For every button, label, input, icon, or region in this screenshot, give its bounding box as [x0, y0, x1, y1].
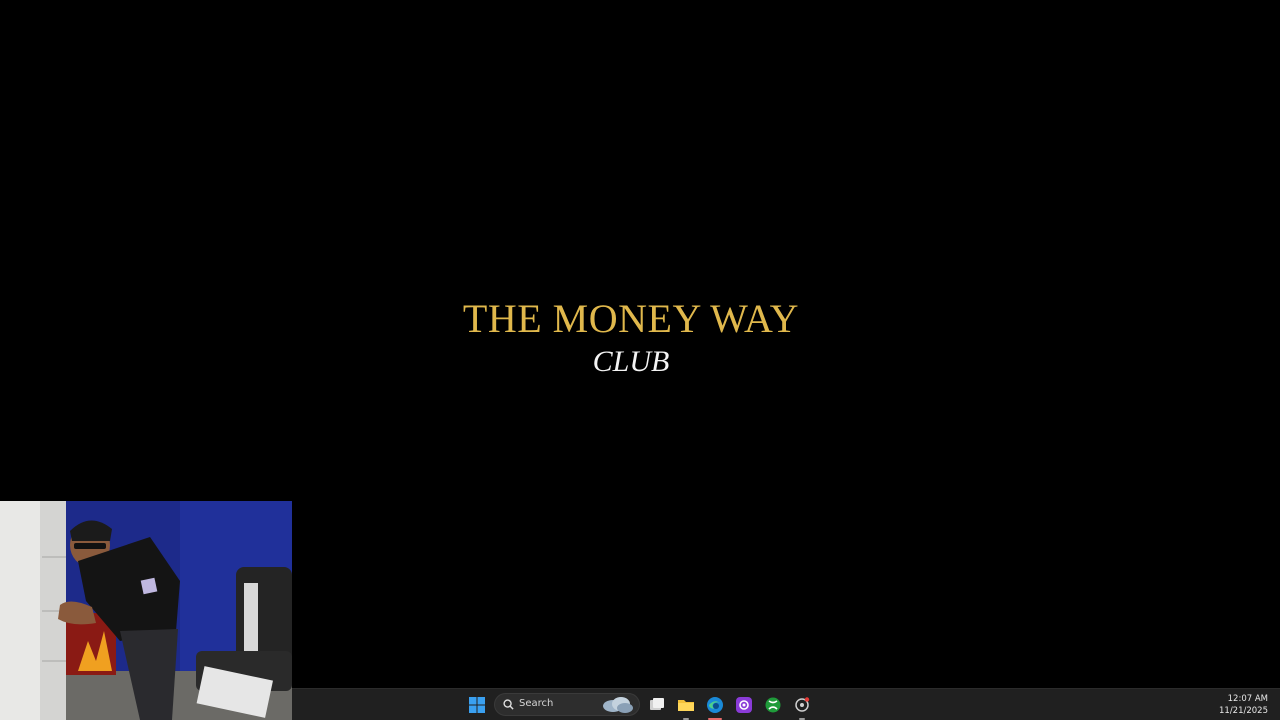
xbox-icon [765, 697, 781, 713]
photo-app-icon [736, 697, 752, 713]
clock-date: 11/21/2025 [1219, 706, 1268, 716]
webcam-feed-image [0, 501, 292, 720]
weather-widget-icon[interactable] [599, 695, 635, 715]
settings-button[interactable] [789, 692, 815, 720]
brand-title: THE MONEY WAY [462, 296, 800, 341]
settings-icon [795, 697, 810, 712]
task-view-button[interactable] [644, 692, 670, 718]
clock-time: 12:07 AM [1227, 694, 1268, 704]
photo-app-button[interactable] [731, 692, 757, 718]
edge-browser-icon [707, 697, 723, 713]
webcam-overlay [0, 501, 292, 720]
brand-logo: THE MONEY WAY CLUB [0, 296, 1262, 382]
windows-start-button[interactable] [464, 692, 490, 718]
taskbar-clock[interactable]: 12:07 AM 11/21/2025 [1219, 693, 1268, 717]
edge-browser-button[interactable] [702, 692, 728, 720]
xbox-button[interactable] [760, 692, 786, 718]
brand-subtitle: CLUB [592, 345, 670, 378]
windows-start-icon [469, 697, 485, 713]
search-placeholder: Search [519, 698, 554, 709]
file-explorer-icon [678, 700, 694, 711]
file-explorer-button[interactable] [673, 692, 699, 720]
search-icon [503, 699, 514, 710]
task-view-icon [650, 698, 664, 710]
taskbar-search-box[interactable]: Search [494, 693, 640, 716]
taskbar: Search 12:07 AM 11/21/2025 [292, 688, 1280, 720]
